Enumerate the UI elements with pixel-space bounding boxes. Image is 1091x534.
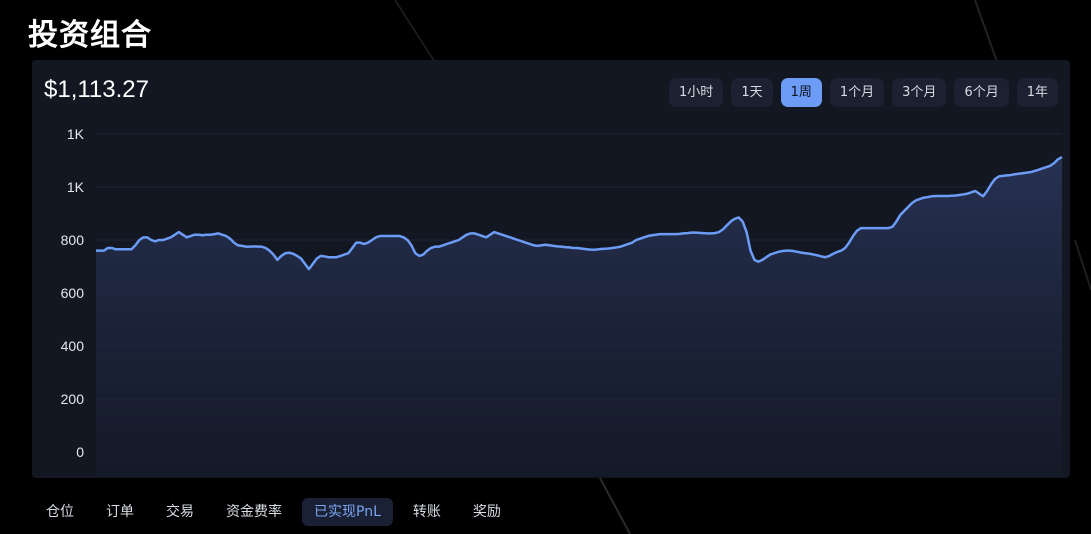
page-title: 投资组合 (28, 18, 152, 53)
tab-realized-pnl[interactable]: 已实现PnL (302, 498, 393, 526)
range-6m-button[interactable]: 6个月 (954, 78, 1009, 107)
tab-funding[interactable]: 资金费率 (214, 498, 294, 526)
portfolio-tabs: 仓位 订单 交易 资金费率 已实现PnL 转账 奖励 (34, 498, 513, 526)
y-tick-label: 1K (67, 179, 85, 195)
range-1y-button[interactable]: 1年 (1016, 78, 1058, 107)
tab-transfers[interactable]: 转账 (401, 498, 453, 526)
y-tick-label: 400 (61, 338, 85, 354)
range-3m-button[interactable]: 3个月 (892, 78, 947, 107)
tab-orders[interactable]: 订单 (94, 498, 146, 526)
portfolio-balance: $1,113.27 (44, 76, 149, 103)
range-1h-button[interactable]: 1小时 (669, 78, 724, 107)
portfolio-value-chart: 1K 1K 800 600 400 200 0 (61, 126, 1063, 476)
tab-rewards[interactable]: 奖励 (461, 498, 513, 526)
y-tick-label: 1K (67, 126, 85, 142)
time-range-selector: 1小时 1天 1周 1个月 3个月 6个月 1年 (669, 78, 1058, 107)
portfolio-area-fill (96, 157, 1062, 476)
portfolio-chart-card: $1,113.27 1小时 1天 1周 1个月 3个月 6个月 1年 1K 1K 8… (32, 60, 1070, 478)
y-tick-label: 800 (61, 232, 85, 248)
y-tick-label: 600 (61, 285, 85, 301)
range-1w-button[interactable]: 1周 (780, 78, 822, 107)
range-1d-button[interactable]: 1天 (731, 78, 773, 107)
y-tick-label: 200 (61, 391, 85, 407)
tab-positions[interactable]: 仓位 (34, 498, 86, 526)
y-tick-label: 0 (76, 444, 84, 460)
range-1m-button[interactable]: 1个月 (829, 78, 885, 107)
tab-trades[interactable]: 交易 (154, 498, 206, 526)
